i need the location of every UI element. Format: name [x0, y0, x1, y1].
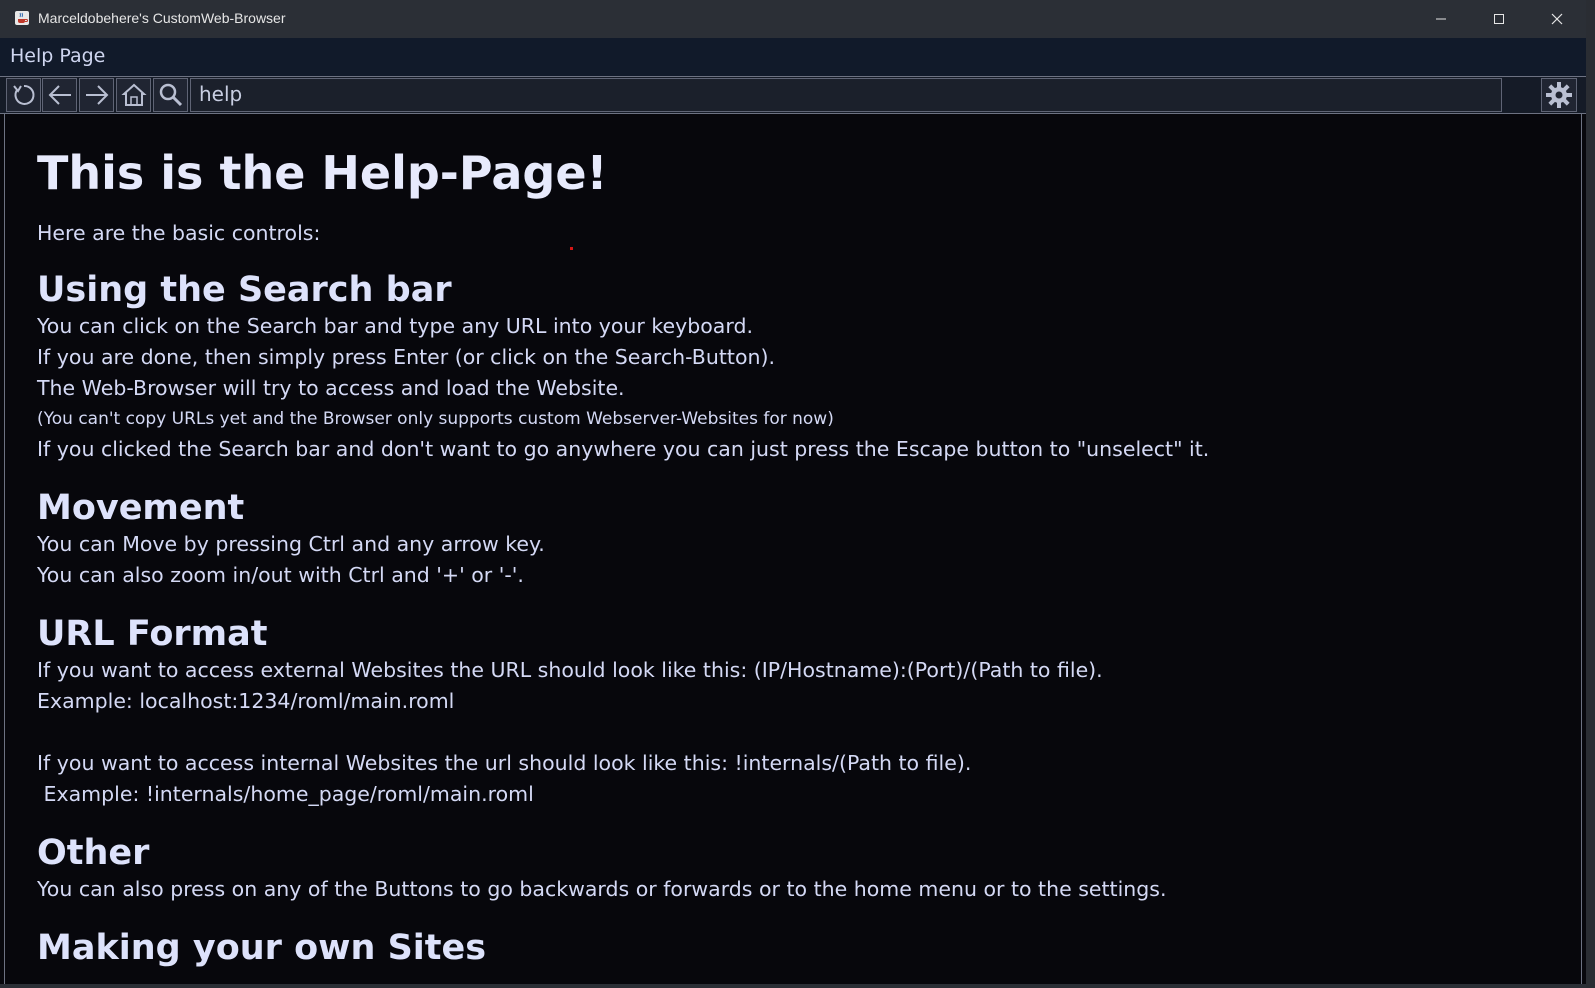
paragraph-line: If you want to access external Websites … [37, 658, 1103, 682]
settings-button[interactable] [1541, 78, 1577, 112]
home-button[interactable] [116, 78, 151, 112]
section-heading-url-format: URL Format [37, 614, 268, 654]
paragraph-line: If you are done, then simply press Enter… [37, 345, 775, 369]
paragraph-line [37, 717, 1557, 748]
title-bar[interactable]: Marceldobehere's CustomWeb-Browser [0, 0, 1586, 38]
search-button[interactable] [153, 78, 188, 112]
paragraph-line: If you want to access internal Websites … [37, 751, 972, 775]
back-arrow-icon [48, 85, 71, 105]
minimize-button[interactable] [1412, 0, 1470, 38]
browser-window: Marceldobehere's CustomWeb-Browser Help … [0, 0, 1586, 988]
gear-icon [1546, 82, 1572, 108]
maximize-icon [1494, 14, 1504, 24]
paragraph-line: You can Move by pressing Ctrl and any ar… [37, 532, 545, 556]
java-cup-icon [14, 10, 30, 26]
help-page-body: This is the Help-Page! Here are the basi… [37, 144, 1557, 969]
section-heading-movement: Movement [37, 488, 245, 528]
paragraph-line: You can also press on any of the Buttons… [37, 877, 1167, 901]
page-content[interactable]: This is the Help-Page! Here are the basi… [4, 114, 1582, 984]
red-pixel-mark [570, 247, 573, 250]
page-name-bar: Help Page [0, 38, 1586, 76]
forward-arrow-icon [85, 85, 108, 105]
paragraph-line: You can click on the Search bar and type… [37, 314, 753, 338]
search-icon [159, 83, 182, 107]
paragraph-line: Example: !internals/home_page/roml/main.… [37, 782, 534, 806]
window-bottom-border [0, 984, 1586, 988]
paragraph-line: If you clicked the Search bar and don't … [37, 437, 1210, 461]
paragraph-line: Example: localhost:1234/roml/main.roml [37, 689, 455, 713]
reload-button[interactable] [6, 78, 41, 112]
section-heading-own-sites: Making your own Sites [37, 928, 487, 968]
minimize-icon [1436, 18, 1446, 20]
url-search-input[interactable]: help [190, 78, 1502, 112]
back-button[interactable] [42, 78, 77, 112]
section-heading-search: Using the Search bar [37, 270, 452, 310]
navigation-toolbar: help [0, 76, 1586, 114]
window-title: Marceldobehere's CustomWeb-Browser [38, 10, 286, 26]
page-title: This is the Help-Page! [37, 146, 608, 200]
reload-icon [12, 84, 34, 105]
home-icon [120, 83, 147, 106]
page-name: Help Page [10, 45, 106, 67]
paragraph-line: You can also zoom in/out with Ctrl and '… [37, 563, 524, 587]
section-heading-other: Other [37, 833, 150, 873]
intro-text: Here are the basic controls: [37, 221, 321, 245]
maximize-button[interactable] [1470, 0, 1528, 38]
paragraph-line: The Web-Browser will try to access and l… [37, 376, 625, 400]
forward-button[interactable] [79, 78, 114, 112]
close-button[interactable] [1528, 0, 1586, 38]
close-icon [1551, 13, 1563, 25]
note-line: (You can't copy URLs yet and the Browser… [37, 409, 834, 429]
